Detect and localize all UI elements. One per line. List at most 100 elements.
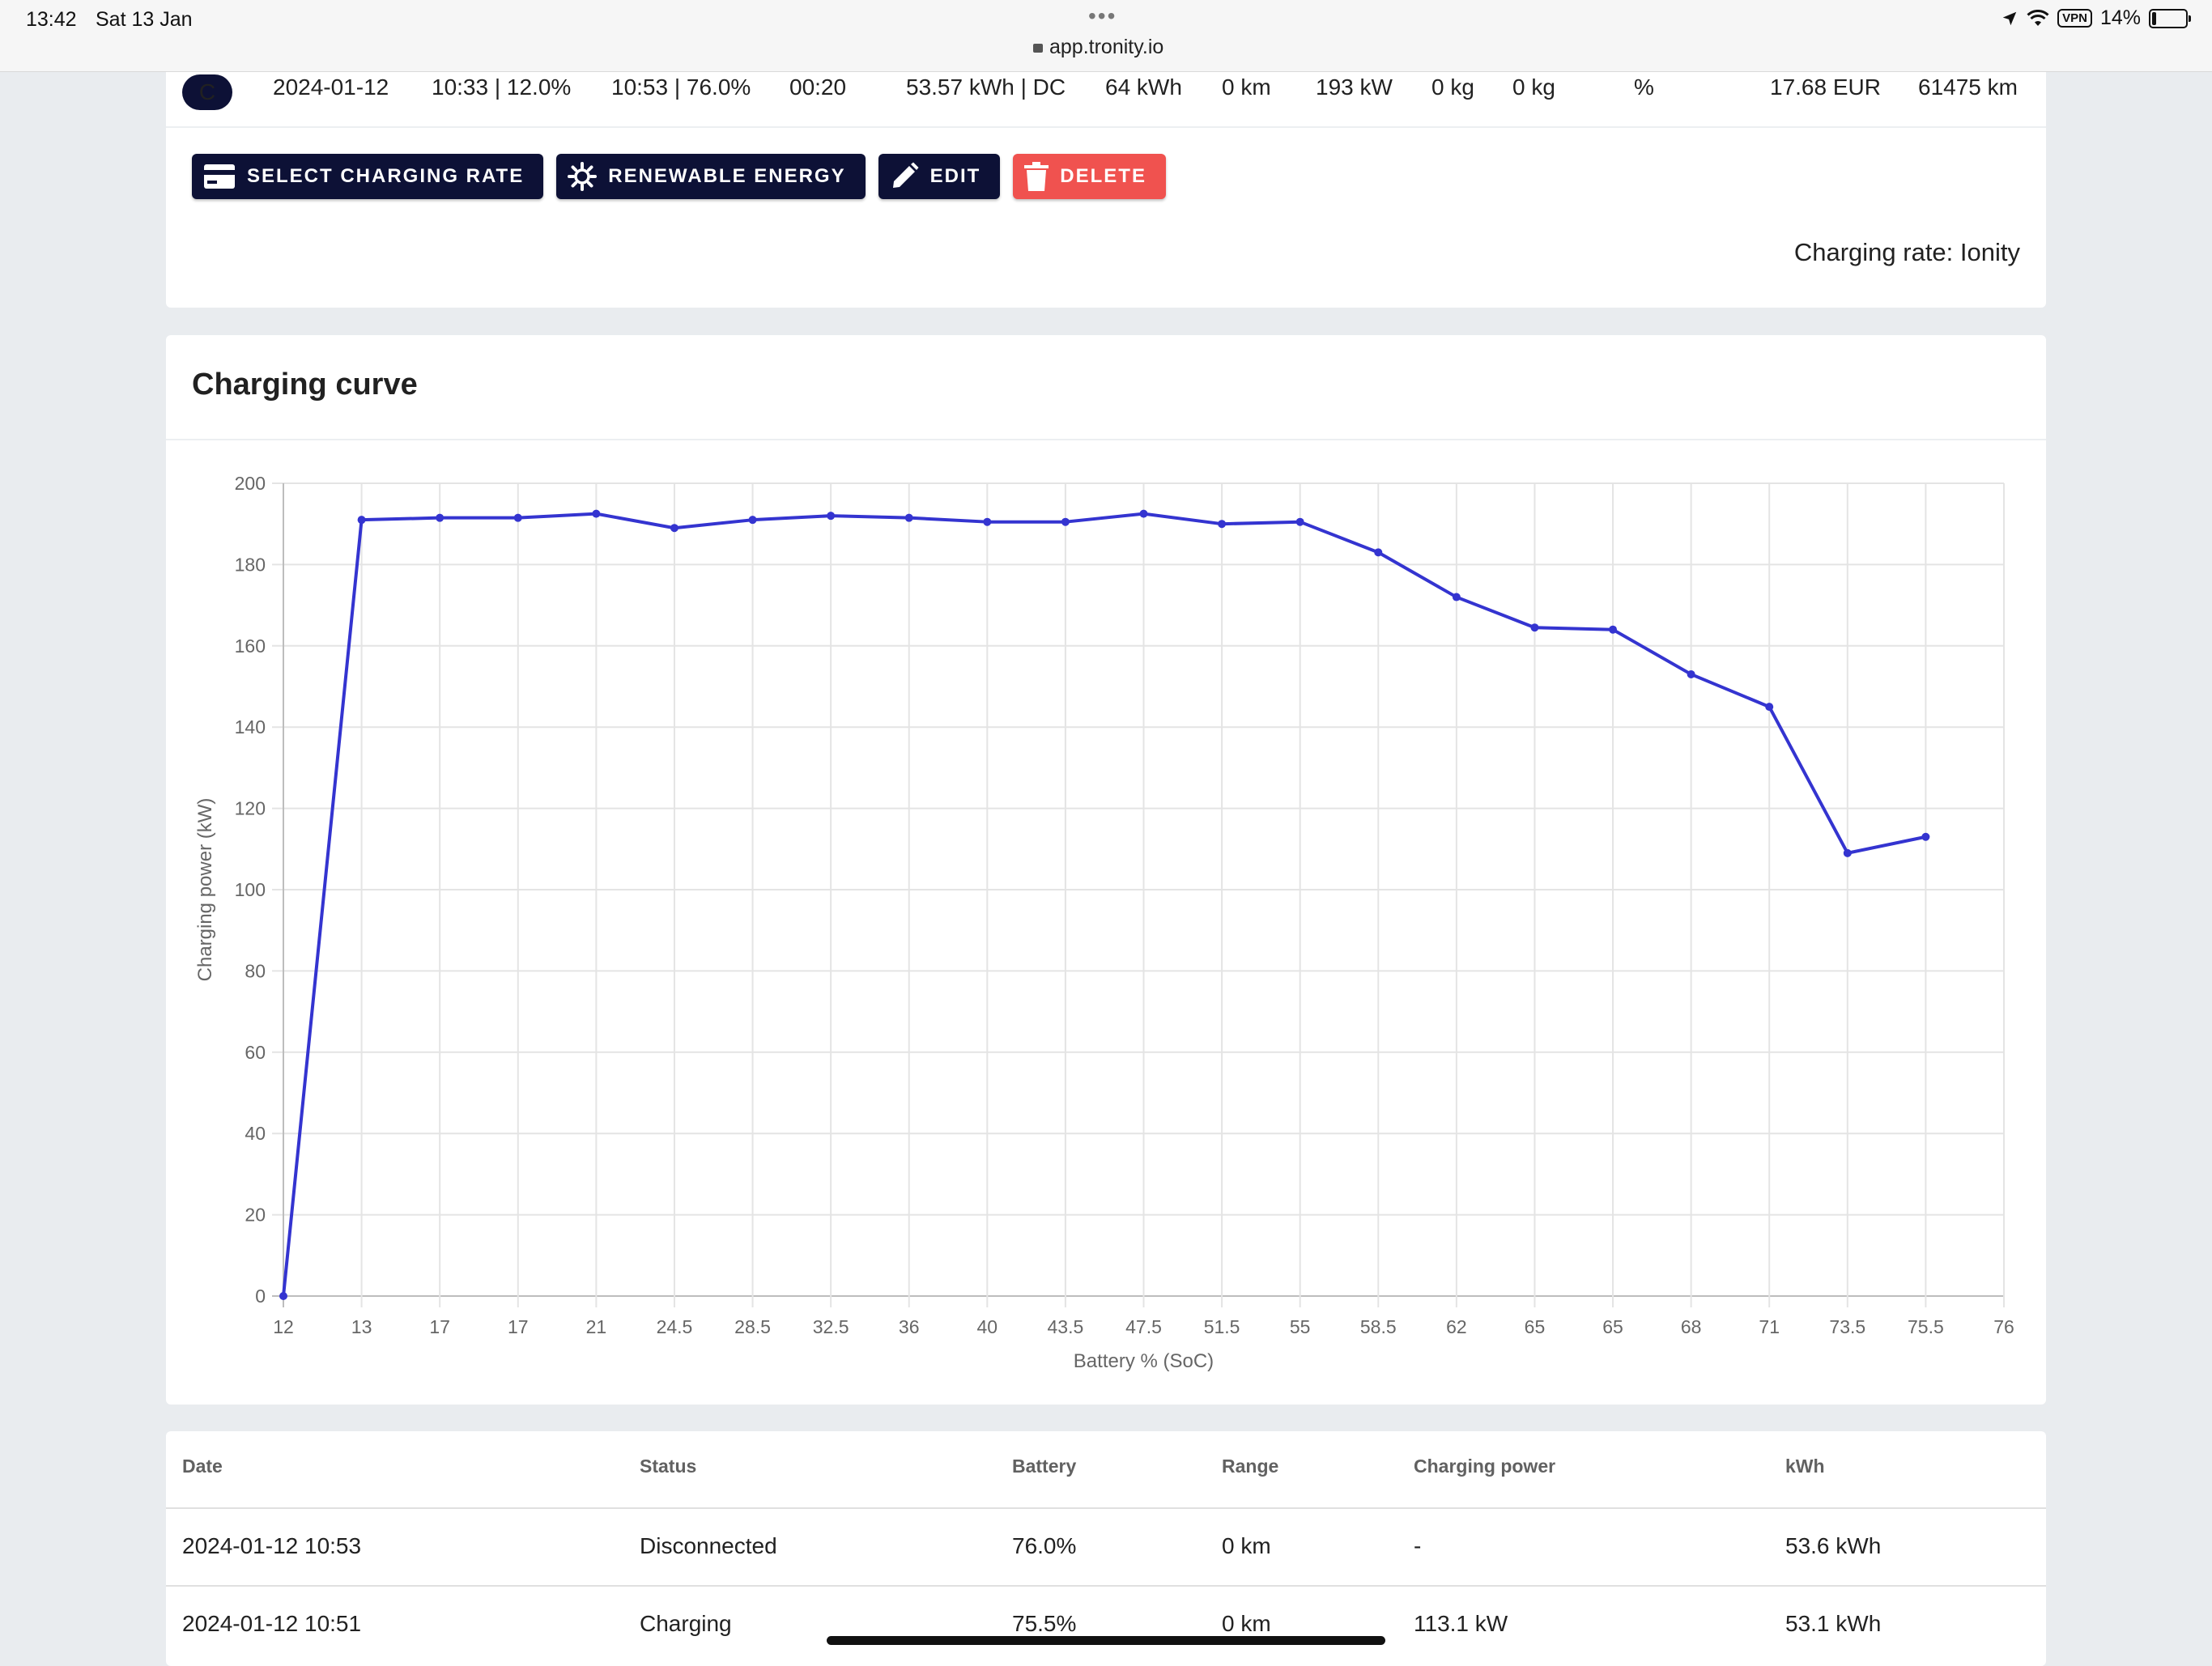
column-header-date[interactable]: Date	[182, 1456, 223, 1477]
address-bar[interactable]: app.tronity.io	[1033, 36, 1163, 59]
x-tick-label: 17	[429, 1316, 450, 1337]
x-tick-label: 17	[508, 1316, 529, 1337]
y-tick-label: 20	[245, 1205, 266, 1226]
session-card: C 2024-01-12 10:33 | 12.0% 10:53 | 76.0%…	[166, 71, 2046, 308]
session-co2-b: 0 kg	[1512, 74, 1555, 100]
x-tick-label: 55	[1290, 1316, 1311, 1337]
cell-kwh: 53.6 kWh	[1785, 1533, 1882, 1558]
charging-curve-card: Charging curve 0 20 40 60 80 100 120 140 160 180 2…	[166, 335, 2046, 1405]
data-point	[1295, 517, 1304, 526]
y-tick-label: 40	[245, 1123, 266, 1144]
cell-charging-power: -	[1414, 1533, 1422, 1558]
cell-status: Disconnected	[640, 1533, 777, 1558]
x-tick-label: 65	[1602, 1316, 1623, 1337]
status-bar: 13:42 Sat 13 Jan ••• app.tronity.io VPN …	[0, 0, 2212, 72]
x-tick-label: 75.5	[1908, 1316, 1944, 1337]
wifi-icon	[2027, 9, 2049, 26]
session-max-power: 193 kW	[1316, 74, 1393, 100]
data-point	[1609, 625, 1618, 634]
x-tick-label: 40	[977, 1316, 998, 1337]
trash-icon	[1024, 162, 1049, 191]
session-summary-row[interactable]: C 2024-01-12 10:33 | 12.0% 10:53 | 76.0%…	[166, 71, 2046, 128]
column-header-charging-power[interactable]: Charging power	[1414, 1456, 1555, 1477]
x-tick-label: 24.5	[657, 1316, 693, 1337]
status-time: 13:42	[26, 8, 77, 31]
session-co2-a: 0 kg	[1431, 74, 1474, 100]
series-line	[282, 512, 1926, 1297]
x-tick-label: 65	[1525, 1316, 1546, 1337]
select-charging-rate-button[interactable]: SELECT CHARGING RATE	[192, 154, 544, 199]
session-energy: 53.57 kWh | DC	[906, 74, 1066, 100]
data-point	[670, 524, 678, 533]
data-point	[357, 516, 366, 525]
vpn-badge: VPN	[2057, 9, 2092, 28]
y-tick-label: 80	[245, 960, 266, 981]
table-row[interactable]: 2024-01-12 10:53 Disconnected 76.0% 0 km…	[166, 1509, 2046, 1587]
multitasking-dots[interactable]: •••	[1088, 3, 1117, 29]
credit-card-icon	[204, 164, 235, 189]
data-point	[1139, 509, 1148, 518]
x-tick-label: 21	[586, 1316, 607, 1337]
session-duration: 00:20	[789, 74, 847, 100]
data-point	[748, 516, 757, 525]
column-header-battery[interactable]: Battery	[1012, 1456, 1076, 1477]
x-tick-label: 62	[1446, 1316, 1467, 1337]
data-point	[1061, 517, 1070, 526]
data-point	[279, 1292, 287, 1300]
renewable-energy-button[interactable]: RENEWABLE ENERGY	[556, 154, 866, 199]
session-date: 2024-01-12	[273, 74, 389, 100]
session-percent: %	[1634, 74, 1654, 100]
data-point	[1452, 593, 1461, 601]
data-point	[904, 513, 913, 522]
data-point	[1765, 703, 1774, 712]
column-header-range[interactable]: Range	[1222, 1456, 1278, 1477]
y-axis-label: Charging power (kW)	[194, 798, 216, 982]
cell-range: 0 km	[1222, 1533, 1271, 1558]
y-tick-label: 140	[235, 716, 266, 737]
cell-date: 2024-01-12 10:53	[182, 1533, 362, 1558]
x-tick-label: 12	[273, 1316, 294, 1337]
data-point	[1843, 848, 1852, 857]
cell-battery: 75.5%	[1012, 1611, 1077, 1636]
session-cost: 17.68 EUR	[1770, 74, 1881, 100]
session-capacity: 64 kWh	[1105, 74, 1182, 100]
y-tick-label: 0	[255, 1286, 266, 1307]
x-tick-label: 28.5	[734, 1316, 771, 1337]
column-header-status[interactable]: Status	[640, 1456, 696, 1477]
table-header: Date Status Battery Range Charging power…	[166, 1431, 2046, 1509]
y-tick-label: 160	[235, 635, 266, 657]
y-tick-label: 200	[235, 473, 266, 494]
data-point	[827, 512, 836, 521]
location-icon	[2002, 11, 2017, 25]
edit-button[interactable]: EDIT	[878, 154, 1001, 199]
session-end: 10:53 | 76.0%	[611, 74, 751, 100]
session-chip[interactable]: C	[182, 74, 232, 110]
charging-rate-text: Charging rate: Ionity	[1793, 238, 2020, 266]
x-tick-label: 32.5	[813, 1316, 849, 1337]
url-text: app.tronity.io	[1049, 36, 1164, 58]
column-header-kwh[interactable]: kWh	[1785, 1456, 1825, 1477]
select-charging-rate-label: SELECT CHARGING RATE	[247, 165, 525, 187]
x-tick-label: 43.5	[1048, 1316, 1084, 1337]
x-tick-label: 51.5	[1204, 1316, 1240, 1337]
battery-icon	[2149, 8, 2191, 28]
data-point	[1374, 548, 1383, 557]
battery-fill	[2152, 11, 2156, 25]
table-row[interactable]: 2024-01-12 10:51 Charging 75.5% 0 km 113…	[166, 1587, 2046, 1663]
y-tick-label: 60	[245, 1042, 266, 1063]
delete-button[interactable]: DELETE	[1013, 154, 1166, 199]
status-icons: VPN 14%	[2001, 6, 2191, 30]
battery-percent: 14%	[2099, 6, 2141, 29]
x-tick-label: 13	[351, 1316, 372, 1337]
x-tick-label: 36	[899, 1316, 920, 1337]
data-point	[592, 509, 601, 518]
session-start: 10:33 | 12.0%	[432, 74, 572, 100]
renewable-energy-label: RENEWABLE ENERGY	[608, 165, 846, 187]
y-tick-label: 120	[235, 798, 266, 819]
y-tick-label: 180	[235, 554, 266, 575]
sun-icon	[568, 162, 598, 191]
data-point	[983, 517, 992, 526]
cell-range: 0 km	[1222, 1611, 1271, 1636]
data-point	[1218, 520, 1227, 529]
home-indicator[interactable]	[827, 1636, 1385, 1645]
